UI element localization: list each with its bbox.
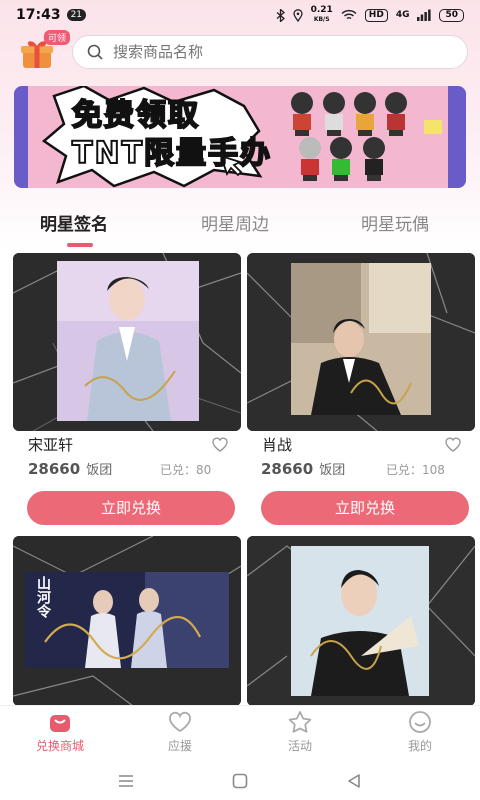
- smile-icon: [409, 711, 431, 733]
- home-icon[interactable]: [232, 773, 248, 789]
- product-price-row: 28660 饭团: [261, 459, 345, 478]
- search-bar[interactable]: [72, 35, 468, 69]
- shop-bag-icon: [50, 715, 70, 732]
- category-tabs: 明星签名 明星周边 明星玩偶: [0, 210, 480, 250]
- back-icon[interactable]: [346, 773, 362, 789]
- battery-indicator: 50: [439, 8, 464, 22]
- product-price: 28660: [261, 460, 314, 478]
- hd-indicator: HD: [364, 8, 388, 22]
- nav-label: 我的: [407, 739, 432, 753]
- price-currency: 饭团: [86, 463, 113, 478]
- product-name: 宋亚轩: [28, 436, 74, 454]
- autograph-photo-song-yaxuan: [57, 261, 199, 421]
- notification-badge: 21: [66, 9, 87, 21]
- product-price-row: 28660 饭团: [28, 459, 112, 478]
- star-icon: [288, 711, 312, 733]
- tab-star-dolls[interactable]: 明星玩偶: [361, 210, 429, 235]
- signal-label: 4G: [395, 10, 410, 20]
- redeem-button[interactable]: 立即兑换: [261, 491, 469, 525]
- tab-star-merch[interactable]: 明星周边: [201, 210, 269, 235]
- banner-title-line2: TNT限量手办: [71, 135, 273, 172]
- wifi-icon: [341, 9, 357, 20]
- bottom-navigation: 兑换商城 应援 活动 我的: [0, 705, 480, 763]
- nav-label: 兑换商城: [35, 739, 84, 753]
- gift-tag: 可领: [44, 30, 71, 45]
- autograph-photo-singer: [291, 546, 429, 696]
- gift-button[interactable]: 可领: [18, 30, 71, 70]
- product-card-image[interactable]: [247, 536, 475, 706]
- autograph-photo-shan-he-ling: [25, 572, 229, 668]
- product-name: 肖战: [262, 436, 293, 454]
- product-price: 28660: [28, 460, 81, 478]
- nav-label: 应援: [167, 739, 192, 753]
- net-speed-unit: KB/S: [313, 16, 330, 23]
- net-speed-value: 0.21: [310, 5, 333, 15]
- price-currency: 饭团: [319, 463, 346, 478]
- bluetooth-icon: [276, 8, 285, 22]
- nav-item-support[interactable]: 应援: [140, 710, 220, 754]
- favorite-heart-icon[interactable]: [444, 436, 462, 452]
- system-navigation-bar: [0, 763, 480, 800]
- search-row: 可领: [18, 30, 468, 70]
- favorite-heart-icon[interactable]: [211, 436, 229, 452]
- menu-icon[interactable]: [118, 774, 134, 788]
- nav-item-profile[interactable]: 我的: [380, 710, 460, 754]
- product-card-image[interactable]: [13, 253, 241, 431]
- status-time: 17:43: [16, 7, 61, 23]
- product-card-image[interactable]: 山河令: [13, 536, 241, 706]
- heart-icon: [169, 711, 191, 733]
- search-input[interactable]: [113, 43, 413, 61]
- signal-icon: [417, 9, 432, 21]
- autograph-photo-xiao-zhan: [291, 263, 431, 415]
- status-bar: 17:43 21 0.21 KB/S HD 4G 50: [0, 0, 480, 30]
- net-speed: 0.21 KB/S: [311, 6, 333, 24]
- redeem-button[interactable]: 立即兑换: [27, 491, 235, 525]
- tab-star-autographs[interactable]: 明星签名: [40, 210, 108, 235]
- location-icon: [292, 8, 303, 22]
- search-icon: [87, 44, 103, 60]
- status-icons: 0.21 KB/S HD 4G 50: [276, 6, 464, 24]
- promo-banner[interactable]: 免费领取 TNT限量手办: [14, 86, 466, 188]
- active-tab-indicator: [67, 243, 93, 247]
- nav-item-shop[interactable]: 兑换商城: [20, 710, 100, 754]
- drama-title: 山河令: [35, 576, 51, 618]
- redeemed-count: 已兑：108: [386, 463, 445, 477]
- product-card-image[interactable]: [247, 253, 475, 431]
- nav-item-activity[interactable]: 活动: [260, 710, 340, 754]
- nav-label: 活动: [287, 739, 312, 753]
- redeemed-count: 已兑：80: [160, 463, 212, 477]
